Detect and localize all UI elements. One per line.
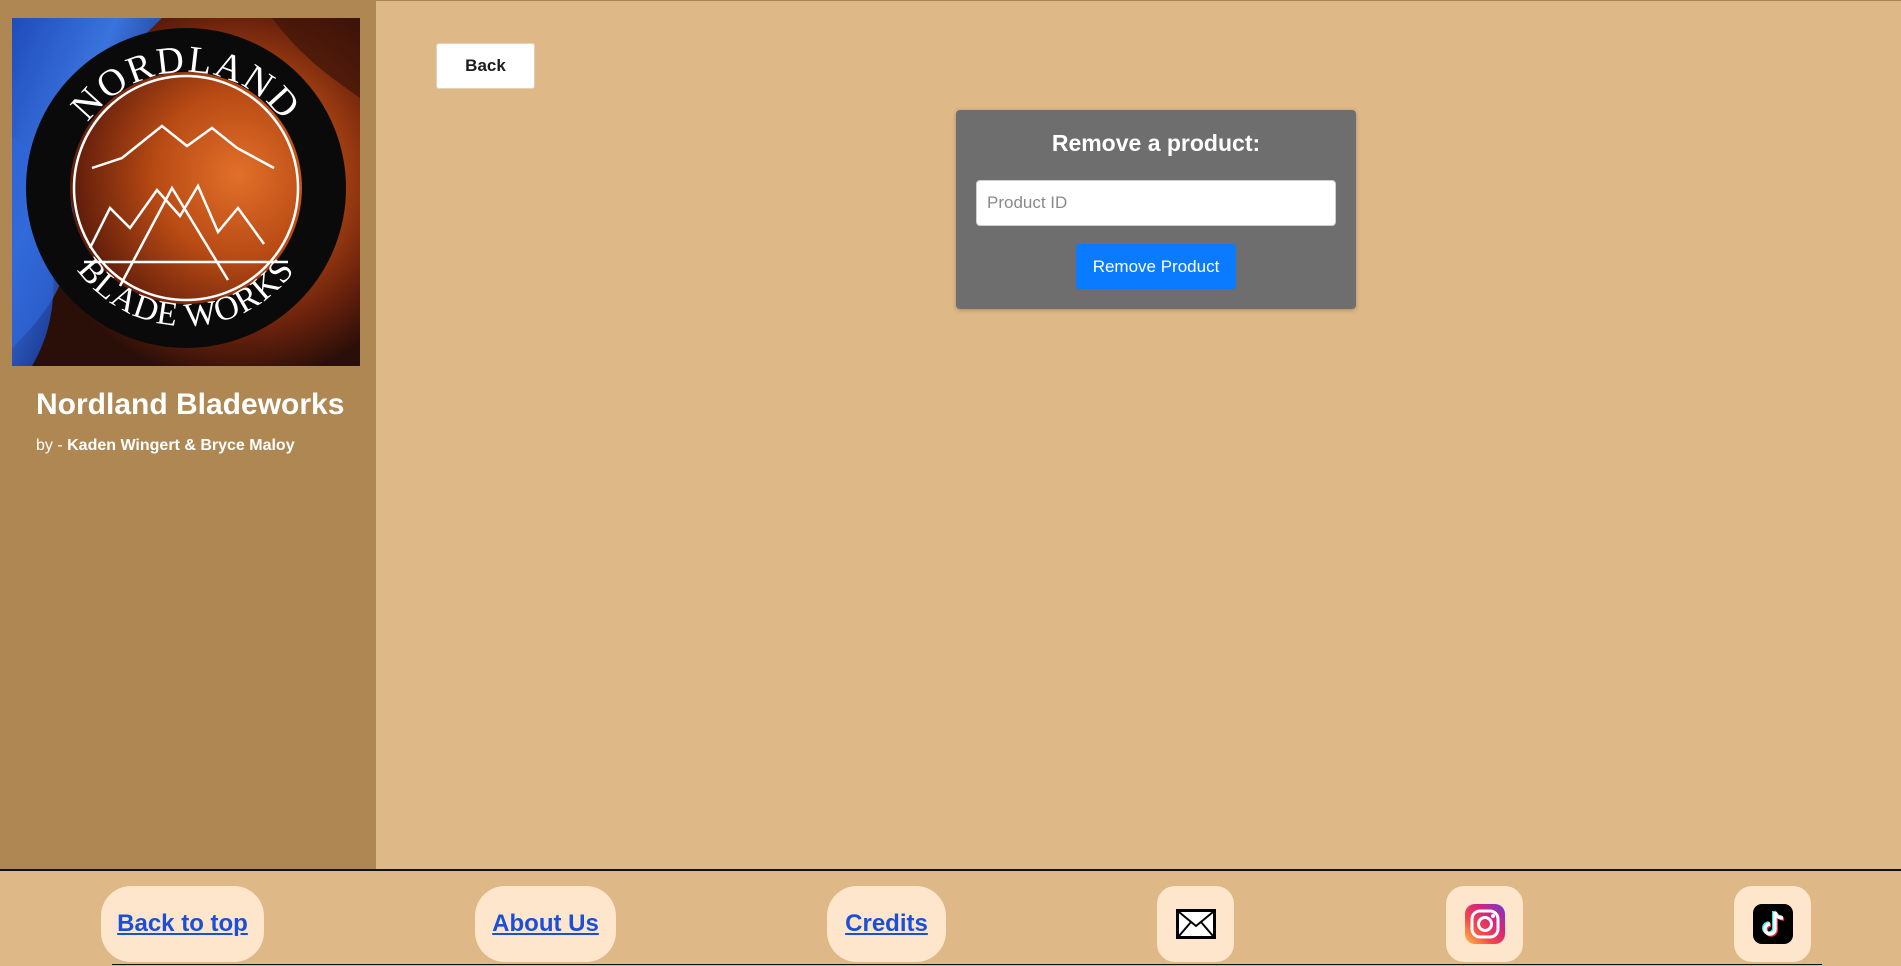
logo-graphic: NORDLAND BLADE WORKS <box>12 18 360 366</box>
footer <box>0 869 1901 966</box>
remove-product-panel: Remove a product: Remove Product <box>956 110 1356 309</box>
mail-icon[interactable] <box>1157 886 1234 962</box>
brand-title: Nordland Bladeworks <box>36 388 345 421</box>
panel-title: Remove a product: <box>1051 130 1261 156</box>
footer-item-about-us: About Us <box>475 886 616 962</box>
brand-logo: NORDLAND BLADE WORKS <box>12 18 360 366</box>
sidebar: NORDLAND BLADE WORKS Nordland Bladeworks… <box>0 0 376 869</box>
product-id-input[interactable] <box>976 180 1336 226</box>
remove-product-button[interactable]: Remove Product <box>1076 244 1236 289</box>
tiktok-icon[interactable] <box>1734 886 1811 962</box>
byline-prefix: by - <box>36 437 68 454</box>
footer-divider <box>112 964 1822 965</box>
byline-authors: Kaden Wingert & Bryce Maloy <box>67 437 295 454</box>
footer-item-back-to-top: Back to top <box>101 886 264 962</box>
brand-byline: by - Kaden Wingert & Bryce Maloy <box>36 437 295 455</box>
back-button[interactable]: Back <box>436 43 535 89</box>
about-us-link[interactable]: About Us <box>492 910 599 938</box>
credits-link[interactable]: Credits <box>845 910 928 938</box>
instagram-icon[interactable] <box>1446 886 1523 962</box>
instagram-icon-graphic <box>1464 904 1505 944</box>
footer-item-credits: Credits <box>827 886 946 962</box>
back-to-top-link[interactable]: Back to top <box>117 910 248 938</box>
tiktok-icon-graphic <box>1752 904 1793 944</box>
mail-icon-graphic <box>1175 909 1216 939</box>
